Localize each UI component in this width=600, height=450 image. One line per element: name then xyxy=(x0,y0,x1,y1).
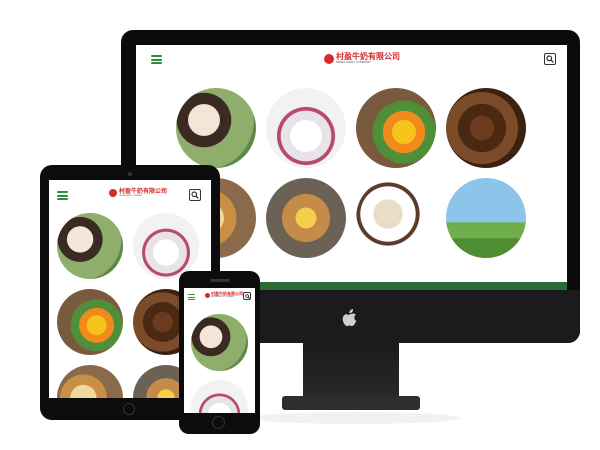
product-tile-milk-girl[interactable] xyxy=(57,213,123,279)
search-button[interactable] xyxy=(243,292,251,300)
ipad-camera xyxy=(128,172,132,176)
product-tile-orange-juice[interactable] xyxy=(356,88,436,168)
search-icon xyxy=(191,191,199,199)
hamburger-menu-icon[interactable] xyxy=(151,55,162,64)
iphone-home-button[interactable] xyxy=(212,416,225,429)
product-tile-cheese[interactable] xyxy=(266,178,346,258)
ipad-home-button[interactable] xyxy=(123,403,135,415)
logo-mark-icon xyxy=(109,189,117,197)
site-logo[interactable]: 村盈牛奶有限公司 MIDEA DAIRY COMPANY xyxy=(109,189,167,197)
site-logo[interactable]: 村盈牛奶有限公司 MIDEA DAIRY COMPANY xyxy=(324,53,400,64)
search-button[interactable] xyxy=(189,189,201,201)
product-tile-orange-juice[interactable] xyxy=(57,289,123,355)
product-tile-milk-girl[interactable] xyxy=(191,314,248,371)
logo-subtitle: MIDEA DAIRY COMPANY xyxy=(336,60,372,64)
product-tile-coffee[interactable] xyxy=(446,88,526,168)
imac-stand-foot xyxy=(282,396,420,410)
product-tile-yogurt[interactable] xyxy=(266,88,346,168)
product-tile-bread[interactable] xyxy=(57,365,123,398)
logo-subtitle: MIDEA DAIRY COMPANY xyxy=(211,296,235,298)
iphone-speaker xyxy=(210,279,230,282)
logo-mark-icon xyxy=(324,53,334,64)
product-tile-farm-animals[interactable] xyxy=(356,178,436,258)
product-tile-milk-girl[interactable] xyxy=(176,88,256,168)
search-icon xyxy=(546,55,554,63)
search-button[interactable] xyxy=(544,53,556,65)
product-tile-milk-glass[interactable] xyxy=(446,178,526,258)
product-tile-yogurt[interactable] xyxy=(133,213,199,279)
stand-shadow xyxy=(250,412,460,424)
apple-logo-icon xyxy=(342,309,357,327)
iphone-screen: 村盈牛奶有限公司 MIDEA DAIRY COMPANY xyxy=(184,288,255,413)
site-logo[interactable]: 村盈牛奶有限公司 MIDEA DAIRY COMPANY xyxy=(205,292,243,298)
logo-subtitle: MIDEA DAIRY COMPANY xyxy=(119,195,143,197)
imac-stand-neck xyxy=(303,343,399,403)
search-icon xyxy=(244,293,250,299)
hamburger-menu-icon[interactable] xyxy=(57,191,68,200)
product-tile-yogurt[interactable] xyxy=(191,380,248,413)
hamburger-menu-icon[interactable] xyxy=(188,294,195,300)
logo-mark-icon xyxy=(205,292,210,298)
